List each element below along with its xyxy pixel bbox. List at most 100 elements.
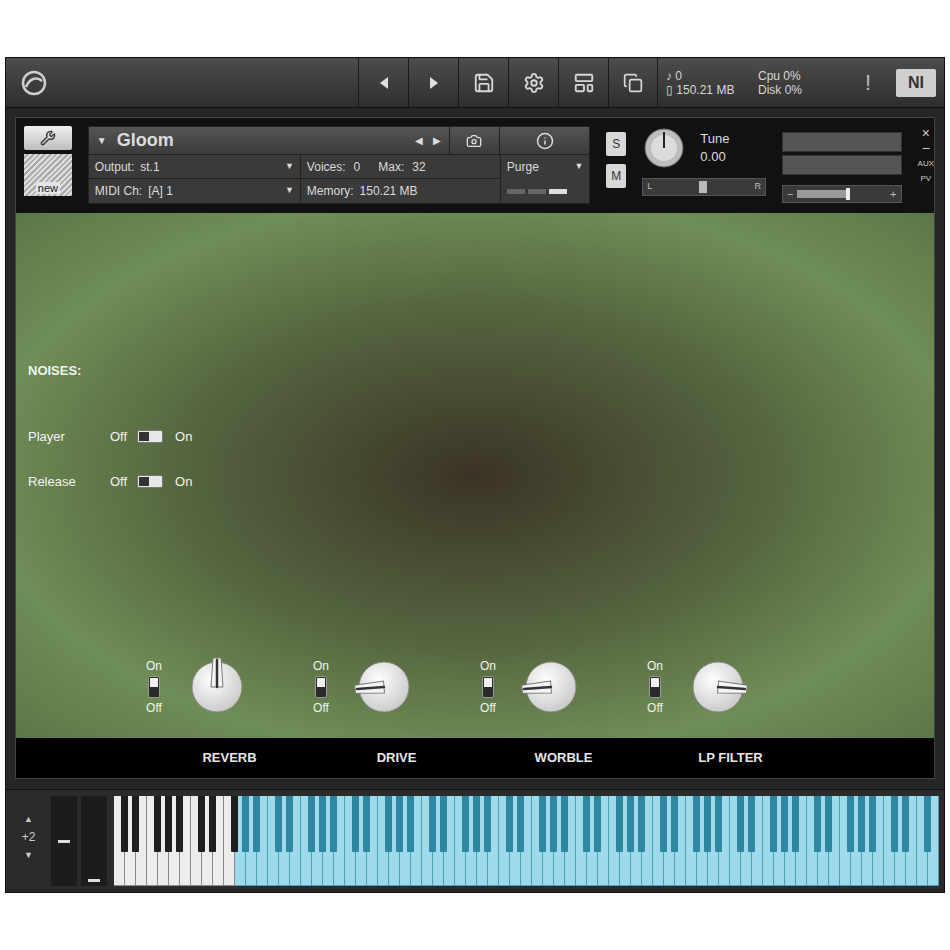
white-key[interactable] [345,796,356,886]
white-key[interactable] [499,796,510,886]
black-key[interactable] [330,796,337,852]
next-button[interactable] [408,58,458,107]
black-key[interactable] [660,796,667,852]
effect-switch[interactable] [482,676,494,698]
black-key[interactable] [363,796,370,852]
volume-slider[interactable]: −+ [782,185,902,203]
white-key[interactable] [378,796,389,886]
black-key[interactable] [671,796,678,852]
solo-button[interactable]: S [606,132,626,156]
black-key[interactable] [770,796,777,852]
mute-button[interactable]: M [606,164,626,188]
options-button[interactable] [508,58,558,107]
black-key[interactable] [231,796,238,852]
prev-instrument-icon[interactable]: ◀ [415,133,423,148]
white-key[interactable] [653,796,664,886]
black-key[interactable] [737,796,744,852]
snapshot-new-button[interactable]: new [24,154,72,196]
effect-knob-0[interactable] [182,652,252,722]
white-key[interactable] [609,796,620,886]
black-key[interactable] [396,796,403,852]
black-key[interactable] [484,796,491,852]
black-key[interactable] [561,796,568,852]
black-key[interactable] [132,796,139,852]
white-key[interactable] [224,796,235,886]
pitch-wheel[interactable] [51,796,77,886]
white-key[interactable] [147,796,158,886]
black-key[interactable] [869,796,876,852]
black-key[interactable] [242,796,249,852]
aux-button[interactable]: AUX [918,156,934,171]
black-key[interactable] [198,796,205,852]
white-key[interactable] [191,796,202,886]
black-key[interactable] [583,796,590,852]
black-key[interactable] [891,796,898,852]
black-key[interactable] [209,796,216,852]
black-key[interactable] [352,796,359,852]
edit-button[interactable] [24,126,72,150]
tune-knob[interactable] [642,126,686,170]
mod-wheel[interactable] [81,796,107,886]
noise-toggle[interactable] [137,430,163,443]
black-key[interactable] [781,796,788,852]
black-key[interactable] [253,796,260,852]
black-key[interactable] [154,796,161,852]
white-key[interactable] [884,796,895,886]
white-key[interactable] [763,796,774,886]
effect-knob-3[interactable] [683,652,753,722]
black-key[interactable] [638,796,645,852]
black-key[interactable] [275,796,282,852]
octave-up-button[interactable]: ▲ [24,810,33,828]
black-key[interactable] [539,796,546,852]
black-key[interactable] [704,796,711,852]
white-key[interactable] [268,796,279,886]
pan-slider[interactable]: LR [642,178,766,196]
snapshot-button[interactable] [449,127,499,154]
black-key[interactable] [429,796,436,852]
prev-button[interactable] [358,58,408,107]
white-key[interactable] [807,796,818,886]
minimize-view-button[interactable] [608,58,658,107]
white-key[interactable] [301,796,312,886]
effect-knob-2[interactable] [516,652,586,722]
minimize-button[interactable]: − [922,141,930,156]
view-button[interactable] [558,58,608,107]
octave-down-button[interactable]: ▼ [24,846,33,864]
kontakt-logo-icon[interactable] [20,69,48,97]
black-key[interactable] [462,796,469,852]
keyboard[interactable] [114,796,939,886]
white-key[interactable] [840,796,851,886]
white-key[interactable] [532,796,543,886]
voices-field[interactable]: Voices:0Max:32 [301,155,501,179]
black-key[interactable] [594,796,601,852]
next-instrument-icon[interactable]: ▶ [433,133,449,148]
alert-button[interactable]: ! [848,58,888,107]
white-key[interactable] [422,796,433,886]
noise-toggle[interactable] [137,475,163,488]
black-key[interactable] [165,796,172,852]
black-key[interactable] [473,796,480,852]
white-key[interactable] [730,796,741,886]
black-key[interactable] [847,796,854,852]
black-key[interactable] [627,796,634,852]
close-button[interactable]: × [922,126,930,141]
black-key[interactable] [385,796,392,852]
black-key[interactable] [616,796,623,852]
black-key[interactable] [121,796,128,852]
purge-menu[interactable]: Purge▼ [501,155,589,179]
black-key[interactable] [748,796,755,852]
output-selector[interactable]: Output:st.1▼ [89,155,301,179]
effect-switch[interactable] [315,676,327,698]
midi-channel-selector[interactable]: MIDI Ch:[A] 1▼ [89,179,301,203]
black-key[interactable] [308,796,315,852]
black-key[interactable] [693,796,700,852]
black-key[interactable] [924,796,931,852]
black-key[interactable] [319,796,326,852]
instrument-name[interactable]: Gloom [117,127,174,154]
black-key[interactable] [858,796,865,852]
black-key[interactable] [550,796,557,852]
effect-switch[interactable] [649,676,661,698]
black-key[interactable] [792,796,799,852]
black-key[interactable] [176,796,183,852]
black-key[interactable] [440,796,447,852]
